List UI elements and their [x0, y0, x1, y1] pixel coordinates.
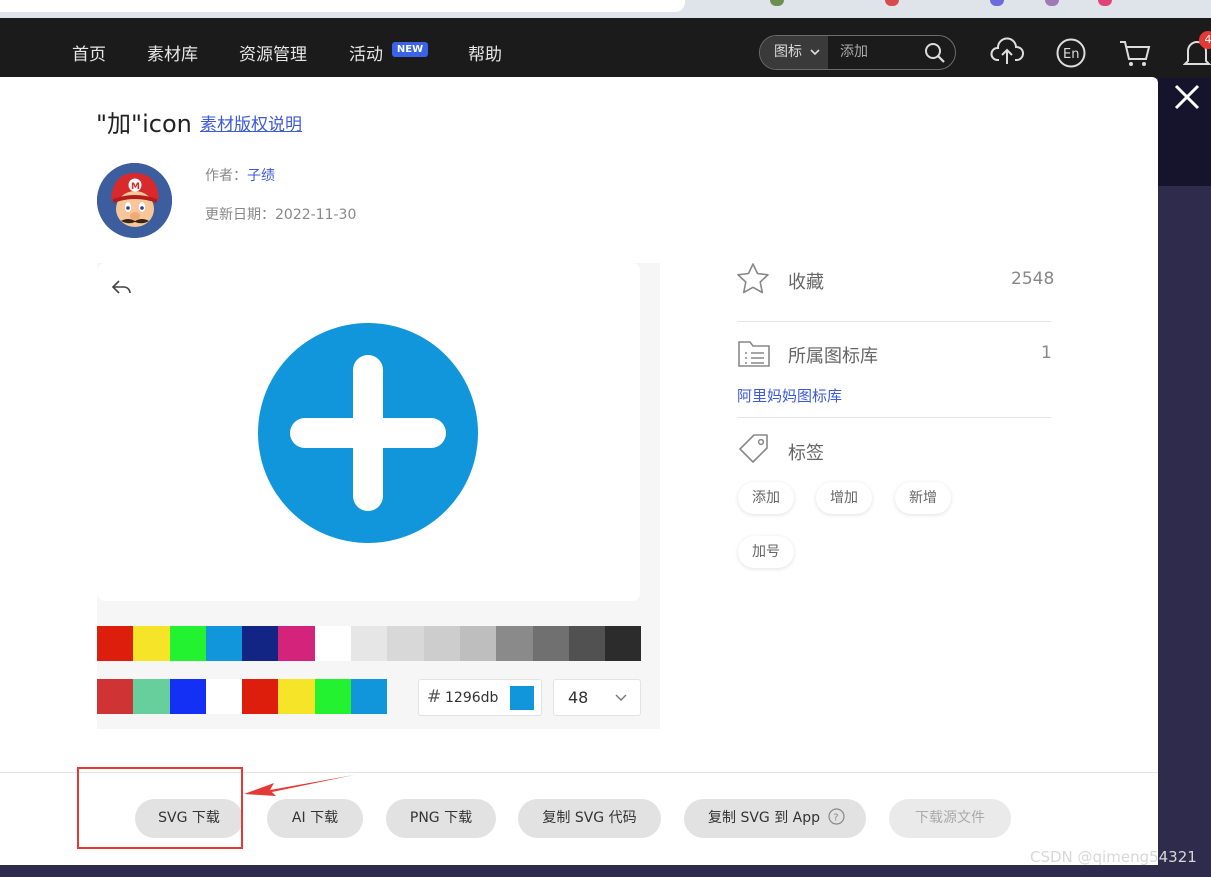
date-row: 更新日期：2022-11-30 [205, 204, 356, 224]
search-input[interactable]: 添加 [840, 36, 920, 69]
hash-icon: # [427, 687, 442, 707]
top-navigation: 首页 素材库 资源管理 活动 NEW 帮助 [0, 18, 1211, 78]
color-palette-row-1 [97, 626, 642, 661]
download-source-button: 下载源文件 [889, 799, 1011, 838]
tag-chip[interactable]: 增加 [816, 482, 872, 514]
color-swatch[interactable] [351, 679, 388, 714]
color-swatch[interactable] [278, 679, 315, 714]
color-swatch[interactable] [459, 626, 497, 661]
author-row: 作者：子绩 [205, 165, 275, 185]
browser-toolbar [0, 0, 1211, 18]
color-swatch[interactable] [605, 626, 642, 661]
watermark: CSDN @qimeng54321 [1030, 848, 1197, 866]
copy-svg-to-app-button[interactable]: 复制 SVG 到 App ? [684, 799, 866, 838]
extension-icon[interactable] [885, 0, 899, 6]
color-swatch[interactable] [242, 626, 279, 661]
color-swatch[interactable] [314, 626, 352, 661]
search-box[interactable]: 图标 添加 [759, 35, 956, 70]
hex-value: 1296db [445, 690, 499, 706]
color-swatch[interactable] [278, 626, 315, 661]
tag-chip[interactable]: 新增 [895, 482, 951, 514]
color-swatch[interactable] [133, 626, 170, 661]
tag-chip[interactable]: 添加 [738, 482, 794, 514]
ai-download-button[interactable]: AI 下载 [267, 799, 363, 838]
svg-text:?: ? [834, 813, 839, 824]
color-swatch[interactable] [97, 679, 134, 714]
tag-icon [739, 434, 768, 463]
library-link[interactable]: 阿里妈妈图标库 [737, 385, 842, 406]
color-swatch[interactable] [242, 679, 279, 714]
copyright-link[interactable]: 素材版权说明 [200, 110, 302, 135]
icon-preview [97, 263, 640, 601]
search-icon[interactable] [924, 42, 946, 64]
search-type-label: 图标 [774, 44, 802, 60]
color-swatch[interactable] [169, 626, 206, 661]
close-icon[interactable] [1172, 82, 1202, 112]
library-label: 所属图标库 [788, 346, 878, 367]
upload-cloud-icon[interactable] [990, 37, 1024, 67]
favorite-count: 2548 [1011, 269, 1055, 289]
author-label: 作者： [205, 168, 247, 184]
cart-icon[interactable] [1118, 38, 1152, 68]
color-swatch[interactable] [387, 626, 424, 661]
date-value: 2022-11-30 [275, 207, 357, 223]
undo-icon[interactable] [110, 277, 134, 297]
extension-icon[interactable] [990, 0, 1004, 6]
library-count: 1 [1041, 343, 1052, 363]
color-swatch[interactable] [496, 626, 533, 661]
extension-icon[interactable] [1098, 0, 1112, 6]
color-swatch[interactable] [205, 626, 243, 661]
extension-icon[interactable] [1045, 0, 1059, 6]
address-bar[interactable] [0, 0, 685, 12]
size-value: 48 [568, 688, 589, 707]
tag-chip[interactable]: 加号 [738, 536, 794, 568]
nav-library[interactable]: 素材库 [147, 40, 198, 65]
favorite-label[interactable]: 收藏 [788, 268, 824, 294]
author-name-link[interactable]: 子绩 [247, 168, 275, 184]
avatar-image: M [97, 163, 172, 238]
search-type-select[interactable]: 图标 [760, 36, 828, 69]
chevron-down-icon [810, 49, 821, 56]
folder-list-icon [738, 341, 770, 367]
hex-color-input[interactable]: # 1296db [418, 679, 542, 716]
nav-home[interactable]: 首页 [72, 40, 106, 65]
star-icon[interactable] [736, 262, 770, 294]
plus-circle-icon [258, 323, 478, 543]
color-swatch[interactable] [97, 626, 134, 661]
tags-label: 标签 [788, 443, 824, 464]
notification-count-badge: 4 [1199, 31, 1211, 49]
size-select[interactable]: 48 [553, 679, 641, 716]
color-palette-row-2 [97, 679, 388, 714]
avatar[interactable]: M [97, 163, 172, 238]
color-swatch[interactable] [351, 626, 388, 661]
extension-icon[interactable] [770, 0, 784, 6]
nav-activities[interactable]: 活动 [349, 40, 383, 65]
new-badge: NEW [392, 42, 428, 57]
current-color-preview[interactable] [510, 686, 534, 710]
chevron-down-icon [615, 694, 627, 701]
copy-svg-to-app-label: 复制 SVG 到 App [708, 810, 821, 826]
color-swatch[interactable] [532, 626, 569, 661]
divider [737, 417, 1051, 418]
color-swatch[interactable] [568, 626, 606, 661]
divider [737, 321, 1051, 322]
png-download-button[interactable]: PNG 下载 [386, 799, 496, 838]
color-swatch[interactable] [423, 626, 460, 661]
nav-help[interactable]: 帮助 [468, 40, 502, 65]
icon-title: "加"icon [96, 110, 192, 138]
language-en-icon[interactable]: En [1055, 37, 1087, 69]
color-swatch[interactable] [205, 679, 243, 714]
svg-text:M: M [131, 182, 140, 192]
highlight-box [77, 767, 243, 849]
copy-svg-code-button[interactable]: 复制 SVG 代码 [518, 799, 661, 838]
color-swatch[interactable] [314, 679, 352, 714]
date-label: 更新日期： [205, 207, 275, 223]
svg-text:En: En [1063, 47, 1079, 62]
help-icon[interactable]: ? [828, 808, 846, 825]
nav-resource-manage[interactable]: 资源管理 [239, 40, 307, 65]
color-swatch[interactable] [169, 679, 206, 714]
annotation-arrow-icon [244, 775, 354, 796]
color-swatch[interactable] [133, 679, 170, 714]
